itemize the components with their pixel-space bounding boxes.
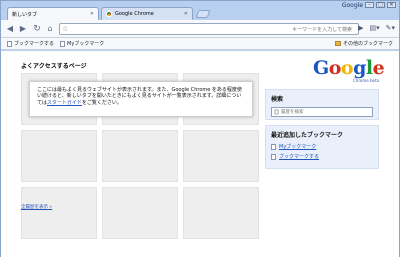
history-search-input[interactable] (281, 109, 369, 116)
logo-letter: l (365, 57, 373, 79)
reload-icon[interactable]: ↻ (32, 24, 42, 34)
close-icon[interactable]: ✕ (184, 11, 188, 17)
toolbar-menus: ▶ ▤▾ ✎▾ (358, 24, 395, 32)
recent-bookmark-item[interactable]: ブックマークする (271, 153, 373, 160)
thumbnail-slot[interactable] (21, 187, 97, 239)
close-icon[interactable]: ✕ (90, 11, 94, 17)
bookmark-item[interactable]: ブックマークする (7, 40, 54, 47)
omnibox[interactable]: ☆ (59, 23, 359, 35)
new-tab-button[interactable] (195, 10, 211, 18)
page-menu-icon[interactable]: ▤▾ (369, 24, 379, 32)
most-visited-info-message: ここには最もよく見るウェブサイトが表示されます。また、Google Chrome… (29, 81, 253, 117)
search-panel-title: 検索 (271, 96, 284, 103)
browser-window: 新しいタブ ✕ Google Chrome ✕ Google – □ ✕ ◀ ▶… (0, 0, 400, 257)
recent-bookmarks-panel: 最近追加したブックマーク Myブックマーク ブックマークする (265, 125, 379, 169)
recent-bookmark-link[interactable]: ブックマークする (279, 153, 319, 160)
show-all-history-link[interactable]: 全履歴を表示 » (21, 204, 52, 210)
bookmark-label: Myブックマーク (67, 41, 105, 47)
logo-letter: o (328, 57, 342, 79)
close-window-button[interactable]: ✕ (387, 2, 396, 8)
logo-letter: G (313, 57, 329, 79)
message-text: をご覧ください。 (81, 99, 122, 106)
tab-title: Google Chrome (115, 11, 154, 17)
logo-letter: o (340, 57, 354, 79)
search-panel: 検索 (265, 89, 379, 120)
most-visited-title: よくアクセスするページ (21, 63, 87, 70)
search-page-icon (274, 109, 279, 115)
folder-icon (334, 41, 341, 46)
history-search-box[interactable] (271, 107, 373, 117)
maximize-button[interactable]: □ (376, 2, 385, 8)
tab-new-tab[interactable]: 新しいタブ ✕ (7, 7, 99, 20)
thumbnail-slot[interactable] (102, 130, 178, 182)
title-bar: 新しいタブ ✕ Google Chrome ✕ Google – □ ✕ (1, 1, 399, 20)
minimize-button[interactable]: – (365, 2, 374, 8)
thumbnail-slot[interactable] (183, 187, 259, 239)
other-bookmarks-button[interactable]: その他のブックマーク (334, 40, 393, 47)
new-tab-page: よくアクセスするページ ここには最もよく見るウェブサイトが表示されます。また、G… (1, 51, 399, 257)
bookmark-bar: ブックマークする Myブックマーク その他のブックマーク (1, 38, 399, 50)
window-controls: – □ ✕ (365, 2, 396, 8)
forward-arrow-icon[interactable]: ▶ (18, 24, 28, 34)
logo-subtitle: Chrome beta (353, 78, 379, 83)
page-icon (60, 40, 66, 47)
home-icon[interactable]: ⌂ (45, 24, 55, 34)
google-chrome-logo: Google Chrome beta (313, 57, 385, 87)
getting-started-link[interactable]: スタートガイド (47, 100, 82, 106)
recent-bookmark-item[interactable]: Myブックマーク (271, 143, 373, 150)
tab-google-chrome[interactable]: Google Chrome ✕ (101, 7, 193, 20)
page-icon (271, 153, 276, 160)
chrome-favicon-icon (106, 11, 112, 17)
go-arrow-icon[interactable]: ▶ (358, 24, 363, 32)
omnibox-input[interactable] (72, 25, 352, 34)
window-brand: Google (341, 2, 363, 9)
thumbnail-slot[interactable] (183, 130, 259, 182)
star-icon[interactable]: ☆ (62, 25, 68, 33)
bookmark-label: ブックマークする (14, 41, 55, 47)
recent-bookmark-link[interactable]: Myブックマーク (279, 143, 316, 150)
wrench-menu-icon[interactable]: ✎▾ (386, 24, 395, 32)
recent-bookmarks-title: 最近追加したブックマーク (271, 132, 344, 139)
page-icon (271, 143, 276, 150)
page-icon (7, 40, 12, 47)
bookmark-item[interactable]: Myブックマーク (60, 40, 104, 47)
logo-wordmark: Google (313, 57, 385, 79)
thumbnail-slot[interactable] (102, 187, 178, 239)
logo-letter: g (353, 57, 366, 79)
logo-letter: e (372, 57, 385, 79)
toolbar: ◀ ▶ ↻ ⌂ ☆ ▶ ▤▾ ✎▾ (1, 20, 399, 38)
back-arrow-icon[interactable]: ◀ (5, 24, 15, 34)
other-bookmarks-label: その他のブックマーク (342, 41, 393, 47)
thumbnail-slot[interactable] (21, 130, 97, 182)
tab-title: 新しいタブ (12, 11, 38, 18)
